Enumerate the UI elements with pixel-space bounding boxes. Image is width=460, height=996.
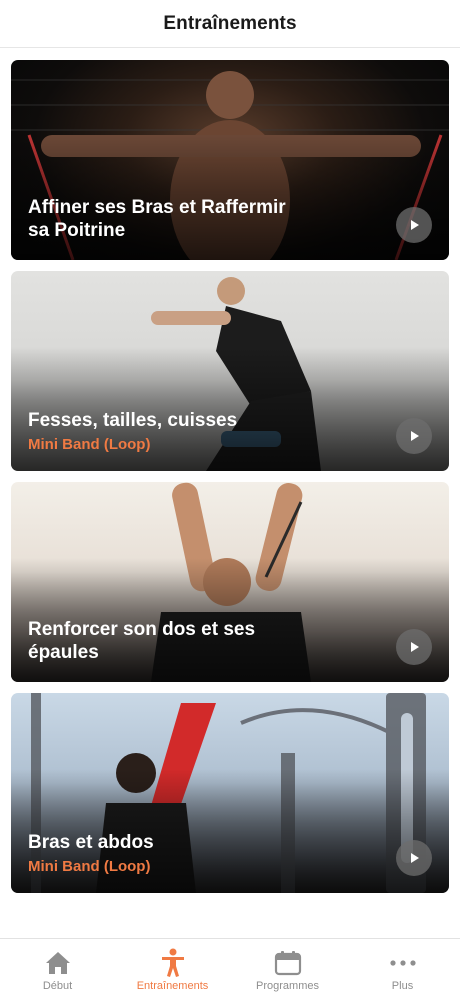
play-icon bbox=[411, 220, 419, 230]
play-icon bbox=[411, 853, 419, 863]
person-workout-icon bbox=[158, 948, 188, 978]
equipment-label: Mini Band (Loop) bbox=[28, 436, 151, 453]
app-root: Entraînements Affiner ses Bras et Raffer… bbox=[0, 0, 460, 996]
workout-title: Fesses, tailles, cuisses bbox=[28, 410, 238, 431]
play-icon bbox=[411, 431, 419, 441]
tab-label: Entraînements bbox=[136, 980, 209, 992]
tab-debut[interactable]: Début bbox=[0, 939, 115, 996]
tab-label: Plus bbox=[391, 980, 414, 992]
workout-card[interactable]: Bras et abdos Mini Band (Loop) bbox=[11, 693, 449, 893]
play-icon bbox=[411, 642, 419, 652]
tab-entrainements[interactable]: Entraînements bbox=[115, 939, 230, 996]
workout-title: Renforcer son dos et ses épaules bbox=[28, 619, 256, 663]
equipment-label: Mini Band (Loop) bbox=[28, 858, 151, 875]
tab-bar: Début Entraînements Programmes Plus bbox=[0, 938, 460, 996]
tab-programmes[interactable]: Programmes bbox=[230, 939, 345, 996]
nav-header: Entraînements bbox=[0, 0, 460, 48]
workout-card[interactable]: Affiner ses Bras et Raffermir sa Poitrin… bbox=[11, 60, 449, 260]
calendar-icon bbox=[273, 948, 303, 978]
tab-plus[interactable]: Plus bbox=[345, 939, 460, 996]
workout-title: Bras et abdos bbox=[28, 832, 154, 853]
play-button[interactable] bbox=[396, 207, 432, 243]
home-icon bbox=[43, 948, 73, 978]
play-button[interactable] bbox=[396, 629, 432, 665]
play-button[interactable] bbox=[396, 418, 432, 454]
page-title: Entraînements bbox=[163, 12, 297, 34]
more-dots-icon bbox=[388, 948, 418, 978]
play-button[interactable] bbox=[396, 840, 432, 876]
tab-label: Début bbox=[42, 980, 73, 992]
tab-label: Programmes bbox=[256, 980, 319, 992]
workout-title: Affiner ses Bras et Raffermir sa Poitrin… bbox=[28, 197, 286, 241]
workout-card[interactable]: Fesses, tailles, cuisses Mini Band (Loop… bbox=[11, 271, 449, 471]
workout-card[interactable]: Renforcer son dos et ses épaules bbox=[11, 482, 449, 682]
